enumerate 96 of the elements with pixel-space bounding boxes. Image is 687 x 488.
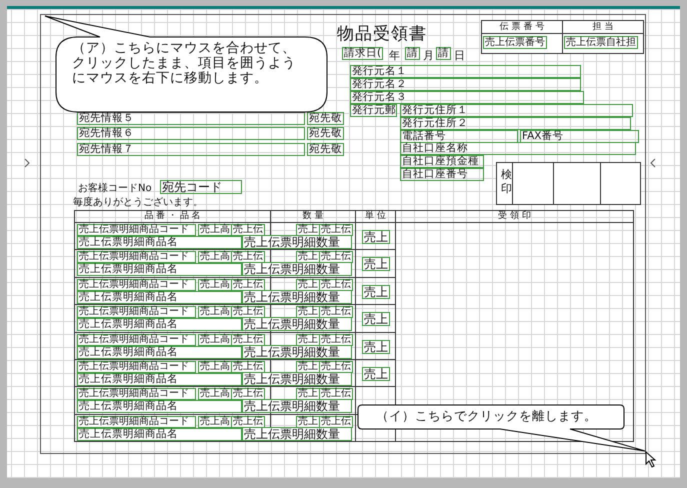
column-header: 伝 票 番 号 xyxy=(482,21,563,34)
report-field[interactable]: 売上伝票明細商品コード xyxy=(77,306,196,318)
mouse-cursor-icon xyxy=(645,451,657,468)
report-field[interactable]: 売上伝票明細商品名 xyxy=(77,346,242,359)
report-field[interactable]: 売上伝票明細商品コード xyxy=(77,416,196,428)
report-field[interactable]: 売上伝票明細商品名 xyxy=(77,290,242,304)
report-field[interactable]: 売上 xyxy=(362,230,390,244)
report-field[interactable]: 宛先コード xyxy=(160,180,242,194)
report-field[interactable]: 売上高 xyxy=(198,334,232,346)
report-field[interactable]: 売上伝票明細数量 xyxy=(242,317,352,332)
report-field[interactable]: 売上伝票明細商品コード xyxy=(77,334,196,346)
report-field[interactable]: 宛先情報６ xyxy=(77,127,305,140)
report-field[interactable]: 売上伝票明細商品名 xyxy=(77,400,242,414)
report-field[interactable]: 売上伝 xyxy=(231,251,265,264)
report-field[interactable]: 売上伝票明細商品名 xyxy=(77,263,242,276)
report-field[interactable]: 売上伝 xyxy=(319,224,353,236)
report-field[interactable]: 売上高 xyxy=(198,224,232,236)
column-header: 担 当 xyxy=(563,21,643,34)
report-field[interactable]: 発行元住所１ xyxy=(400,104,633,117)
chevron-left-icon[interactable] xyxy=(649,158,657,168)
report-field[interactable]: 発行元名２ xyxy=(350,78,581,91)
report-field[interactable]: 自社口座番号 xyxy=(400,168,484,181)
callout-text: クリックしたまま、項目を囲うよう xyxy=(72,56,296,71)
report-field[interactable]: 売上伝 xyxy=(319,388,353,400)
report-field[interactable]: 売上伝票明細数量 xyxy=(242,262,352,276)
report-field[interactable]: 売上高 xyxy=(198,306,232,318)
report-field[interactable]: 売上 xyxy=(362,367,390,381)
customer-code-label: お客様コードNo xyxy=(78,182,152,195)
report-field[interactable]: 宛先敬 xyxy=(307,127,344,140)
report-field[interactable]: 売上伝票自社担 xyxy=(564,36,638,49)
callout-text: にマウスを右下に移動します。 xyxy=(72,71,268,86)
report-field[interactable]: 発行元名１ xyxy=(350,65,581,78)
report-field[interactable]: 売上伝票明細数量 xyxy=(242,290,352,304)
report-field[interactable]: 売上伝票明細商品名 xyxy=(77,428,242,441)
report-field[interactable]: 売上伝 xyxy=(231,278,265,291)
report-field[interactable]: 宛先敬 xyxy=(307,112,344,125)
report-field[interactable]: 売上高 xyxy=(198,251,232,264)
report-field[interactable]: 売上伝 xyxy=(319,278,353,291)
report-field[interactable]: 売上伝 xyxy=(231,306,265,318)
report-field[interactable]: 請 xyxy=(436,47,451,60)
report-field[interactable]: 売上伝票明細数量 xyxy=(242,344,352,359)
report-field[interactable]: 売上伝票明細商品名 xyxy=(77,318,242,332)
column-header: 受 領 印 xyxy=(396,211,633,223)
report-field[interactable]: 売上高 xyxy=(198,278,232,291)
report-field[interactable]: 宛先敬 xyxy=(307,143,344,156)
report-field[interactable]: 請 xyxy=(405,47,420,60)
report-field[interactable]: 電話番号 xyxy=(400,130,518,143)
report-field[interactable]: 売上 xyxy=(362,312,390,326)
report-field[interactable]: 請求日( xyxy=(342,47,384,60)
greeting-text: 毎度ありがとうございます。 xyxy=(73,196,203,209)
report-field[interactable]: 売上伝票明細商品コード xyxy=(77,388,196,400)
report-field[interactable]: FAX番号 xyxy=(520,130,639,143)
report-field[interactable]: 売上伝票明細商品名 xyxy=(77,373,242,386)
report-field[interactable]: 売上伝 xyxy=(319,416,353,428)
report-field[interactable]: 売上高 xyxy=(198,388,232,400)
report-field[interactable]: 売上伝 xyxy=(231,388,265,400)
report-field[interactable]: 売上伝票明細数量 xyxy=(242,372,352,386)
report-field[interactable]: 売上伝票明細商品名 xyxy=(77,236,242,249)
report-field[interactable]: 売上高 xyxy=(198,416,232,428)
report-field[interactable]: 売上伝 xyxy=(231,224,265,236)
stamp-label: 検印 xyxy=(497,163,513,204)
report-field[interactable]: 売上伝票明細商品コード xyxy=(77,278,196,291)
report-field[interactable]: 売上伝票明細数量 xyxy=(242,235,352,249)
report-field[interactable]: 宛先情報７ xyxy=(77,143,305,156)
report-field[interactable]: 売上 xyxy=(362,257,390,272)
report-field[interactable]: 売上 xyxy=(362,340,390,354)
report-field[interactable]: 売上伝票明細数量 xyxy=(242,399,352,414)
report-field[interactable]: 売上伝 xyxy=(319,306,353,318)
date-label: 年 xyxy=(389,48,400,63)
report-field[interactable]: 売上伝票明細商品コード xyxy=(77,224,196,236)
report-field[interactable]: 売上伝 xyxy=(231,334,265,346)
report-field[interactable]: 売上高 xyxy=(198,361,232,373)
report-field[interactable]: 発行元郵 xyxy=(350,104,397,117)
report-field[interactable]: 売上伝 xyxy=(319,251,353,264)
column-header: 単 位 xyxy=(356,211,396,223)
date-label: 月 xyxy=(423,48,434,63)
column-header: 品 番 ・ 品 名 xyxy=(75,211,271,223)
report-field[interactable]: 売上伝 xyxy=(231,361,265,373)
report-title: 物品受領書 xyxy=(337,23,427,45)
report-field[interactable]: 売上伝票番号 xyxy=(483,36,547,49)
report-field[interactable]: 売上伝票明細数量 xyxy=(242,426,352,441)
callout-text: （ア）こちらにマウスを合わせて、 xyxy=(72,41,296,56)
report-field[interactable]: 売上伝票明細商品コード xyxy=(77,251,196,264)
report-field[interactable]: 発行元名３ xyxy=(350,91,584,104)
report-field[interactable]: 売上 xyxy=(362,284,390,299)
callout-text: （イ）こちらでクリックを離します。 xyxy=(376,409,597,423)
column-header: 数 量 xyxy=(271,211,356,223)
report-field[interactable]: 売上伝 xyxy=(319,361,353,373)
report-field[interactable]: 売上伝 xyxy=(319,334,353,346)
report-field[interactable]: 売上伝 xyxy=(231,416,265,428)
chevron-right-icon[interactable] xyxy=(23,158,31,168)
date-label: 日 xyxy=(454,48,465,63)
report-field[interactable]: 売上伝票明細商品コード xyxy=(77,361,196,373)
report-field[interactable]: 自社口座名称 xyxy=(400,142,636,155)
report-field[interactable]: 自社口座預金種 xyxy=(400,155,484,168)
report-field[interactable]: 発行元住所２ xyxy=(400,117,631,130)
